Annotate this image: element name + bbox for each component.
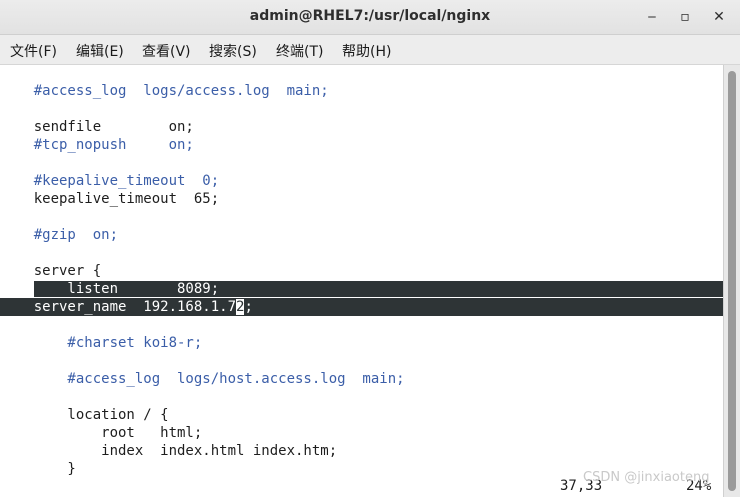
terminal-line: sendfile on; bbox=[0, 119, 194, 135]
terminal-line: #charset koi8-r; bbox=[0, 335, 203, 351]
watermark: CSDN @jinxiaoteng bbox=[583, 470, 710, 485]
terminal-line: server { bbox=[0, 263, 102, 279]
menu-view[interactable]: 查看(V) bbox=[142, 41, 191, 61]
menu-search[interactable]: 搜索(S) bbox=[209, 41, 257, 61]
menu-edit[interactable]: 编辑(E) bbox=[76, 41, 124, 61]
scrollbar-thumb[interactable] bbox=[728, 71, 736, 491]
menu-help[interactable]: 帮助(H) bbox=[342, 41, 391, 61]
menu-file[interactable]: 文件(F) bbox=[10, 41, 57, 61]
minimize-icon[interactable]: ‒ bbox=[642, 7, 662, 27]
terminal-line: root html; bbox=[0, 425, 203, 441]
terminal-line-selected: server_name 192.168.1.72; bbox=[0, 298, 723, 316]
terminal-line: #access_log logs/host.access.log main; bbox=[0, 371, 405, 387]
selected-text: ; bbox=[244, 299, 253, 315]
selection-fill bbox=[219, 281, 723, 297]
terminal-line: location / { bbox=[0, 407, 169, 423]
selected-text: listen 8089; bbox=[33, 281, 220, 297]
window-title: admin@RHEL7:/usr/local/nginx bbox=[249, 8, 491, 24]
window-titlebar[interactable]: admin@RHEL7:/usr/local/nginx ‒ ▫ ✕ bbox=[0, 0, 740, 35]
close-icon[interactable]: ✕ bbox=[709, 7, 729, 27]
terminal-line: #keepalive_timeout 0; bbox=[0, 173, 220, 189]
selected-text: server_name 192.168.1.7 bbox=[0, 299, 237, 315]
terminal-line: #gzip on; bbox=[0, 227, 119, 243]
maximize-icon[interactable]: ▫ bbox=[675, 7, 695, 27]
menu-terminal[interactable]: 终端(T) bbox=[276, 41, 323, 61]
terminal-line-selected: listen 8089; bbox=[0, 280, 723, 298]
terminal-line: #access_log logs/access.log main; bbox=[0, 83, 329, 99]
terminal-line: keepalive_timeout 65; bbox=[0, 191, 220, 207]
menu-bar: 文件(F) 编辑(E) 查看(V) 搜索(S) 终端(T) 帮助(H) bbox=[0, 35, 740, 65]
terminal-line: index index.html index.htm; bbox=[0, 443, 338, 459]
terminal-line: #tcp_nopush on; bbox=[0, 137, 194, 153]
vertical-scrollbar[interactable] bbox=[723, 65, 740, 497]
line-prefix bbox=[0, 281, 34, 297]
terminal-text-area[interactable]: #access_log logs/access.log main; sendfi… bbox=[0, 65, 723, 497]
